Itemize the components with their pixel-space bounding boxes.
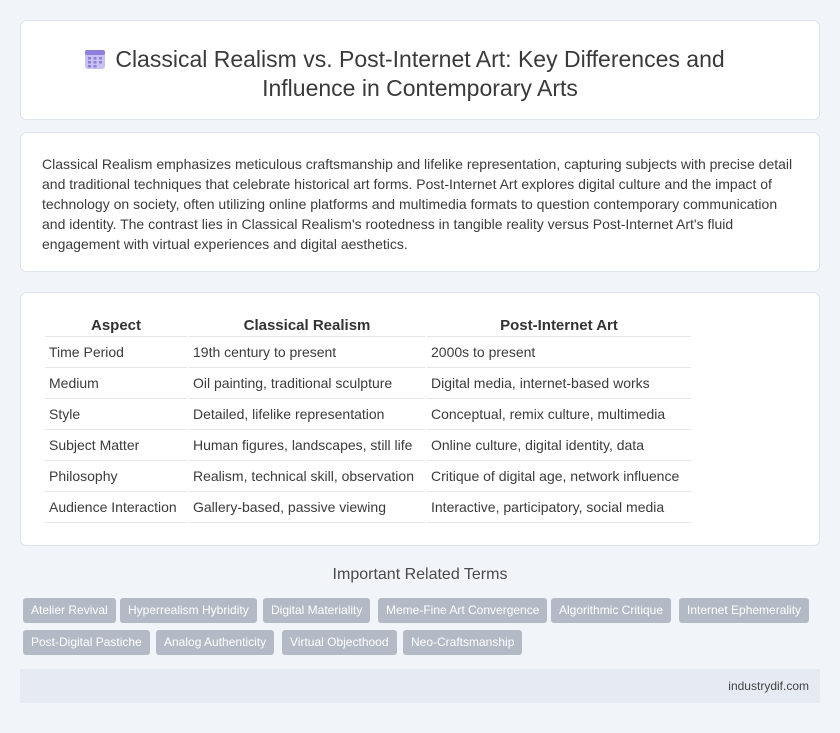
tag-analog-authenticity[interactable]: Analog Authenticity bbox=[156, 630, 275, 655]
page-title: Classical Realism vs. Post-Internet Art:… bbox=[21, 45, 819, 103]
intro-card: Classical Realism emphasizes meticulous … bbox=[20, 132, 820, 272]
table-cell: Philosophy bbox=[45, 461, 187, 492]
page-title-line-1: Classical Realism vs. Post-Internet Art:… bbox=[115, 46, 725, 72]
table-cell: Realism, technical skill, observation bbox=[189, 461, 425, 492]
table-row: Philosophy Realism, technical skill, obs… bbox=[45, 461, 691, 492]
table-row: Medium Oil painting, traditional sculptu… bbox=[45, 368, 691, 399]
tag-virtual-objecthood[interactable]: Virtual Objecthood bbox=[282, 630, 397, 655]
table-row: Audience Interaction Gallery-based, pass… bbox=[45, 492, 691, 523]
tag-digital-materiality[interactable]: Digital Materiality bbox=[263, 598, 371, 623]
table-cell: 19th century to present bbox=[189, 337, 425, 368]
column-header-classical-realism: Classical Realism bbox=[189, 315, 425, 337]
tag-hyperrealism-hybridity[interactable]: Hyperrealism Hybridity bbox=[120, 598, 257, 623]
table-cell: Subject Matter bbox=[45, 430, 187, 461]
table-header-row: Aspect Classical Realism Post-Internet A… bbox=[45, 315, 691, 337]
tag-neo-craftsmanship[interactable]: Neo-Craftsmanship bbox=[403, 630, 523, 655]
table-row: Time Period 19th century to present 2000… bbox=[45, 337, 691, 368]
table-cell: Medium bbox=[45, 368, 187, 399]
tag-internet-ephemerality[interactable]: Internet Ephemerality bbox=[679, 598, 810, 623]
table-cell: Interactive, participatory, social media bbox=[427, 492, 691, 523]
comparison-table: Aspect Classical Realism Post-Internet A… bbox=[43, 315, 693, 523]
tag-meme-fine-art-convergence[interactable]: Meme-Fine Art Convergence bbox=[378, 598, 548, 623]
intro-paragraph: Classical Realism emphasizes meticulous … bbox=[42, 156, 793, 252]
table-cell: Gallery-based, passive viewing bbox=[189, 492, 425, 523]
related-terms-heading: Important Related Terms bbox=[332, 566, 508, 583]
table-cell: Time Period bbox=[45, 337, 187, 368]
table-cell: Oil painting, traditional sculpture bbox=[189, 368, 425, 399]
table-cell: Digital media, internet-based works bbox=[427, 368, 691, 399]
table-cell: 2000s to present bbox=[427, 337, 691, 368]
page-title-line-2: Influence in Contemporary Arts bbox=[262, 75, 578, 101]
column-header-aspect: Aspect bbox=[45, 315, 187, 337]
table-cell: Critique of digital age, network influen… bbox=[427, 461, 691, 492]
table-cell: Human figures, landscapes, still life bbox=[189, 430, 425, 461]
tag-algorithmic-critique[interactable]: Algorithmic Critique bbox=[551, 598, 672, 623]
table-row: Style Detailed, lifelike representation … bbox=[45, 399, 691, 430]
column-header-post-internet-art: Post-Internet Art bbox=[427, 315, 691, 337]
footer-bar: industrydif.com bbox=[20, 669, 820, 703]
table-cell: Detailed, lifelike representation bbox=[189, 399, 425, 430]
footer-site-link[interactable]: industrydif.com bbox=[728, 679, 809, 693]
table-cell: Online culture, digital identity, data bbox=[427, 430, 691, 461]
table-cell: Style bbox=[45, 399, 187, 430]
table-cell: Audience Interaction bbox=[45, 492, 187, 523]
header-card: Classical Realism vs. Post-Internet Art:… bbox=[20, 20, 820, 120]
tag-post-digital-pastiche[interactable]: Post-Digital Pastiche bbox=[23, 630, 150, 655]
table-cell: Conceptual, remix culture, multimedia bbox=[427, 399, 691, 430]
tag-atelier-revival[interactable]: Atelier Revival bbox=[23, 598, 116, 623]
table-row: Subject Matter Human figures, landscapes… bbox=[45, 430, 691, 461]
comparison-table-card: Aspect Classical Realism Post-Internet A… bbox=[20, 292, 820, 546]
